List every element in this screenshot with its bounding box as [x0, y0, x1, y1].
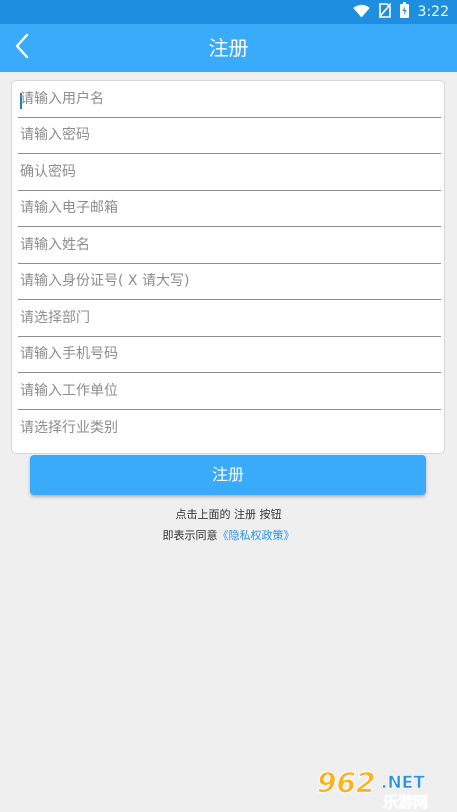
watermark-graphic: 962 .NET 乐游网: [317, 766, 429, 811]
name-field-row: [18, 227, 441, 264]
status-bar: 3:22: [0, 0, 457, 24]
privacy-policy-link[interactable]: 《隐私权政策》: [218, 529, 295, 542]
confirm-password-field-row: [18, 154, 441, 191]
register-button[interactable]: 注册: [30, 455, 426, 495]
svg-text:乐游网: 乐游网: [383, 793, 428, 810]
register-hint: 点击上面的 注册 按钮: [175, 508, 282, 521]
app-bar: 注册: [0, 24, 457, 72]
email-field-row: [18, 190, 441, 227]
industry-select[interactable]: [20, 409, 430, 446]
employer-field-row: [18, 373, 441, 410]
phone-field-row: [18, 336, 441, 373]
watermark-logo: 962 .NET 乐游网: [315, 762, 457, 812]
page-title: 注册: [208, 36, 249, 60]
confirm-password-input[interactable]: [20, 154, 430, 190]
back-chevron-icon: [15, 33, 29, 63]
department-select[interactable]: [20, 300, 430, 336]
password-input[interactable]: [20, 117, 430, 153]
username-input[interactable]: [20, 81, 430, 117]
department-field-row: [18, 300, 441, 337]
id-number-field-row: [18, 263, 441, 300]
svg-text:.NET: .NET: [381, 773, 425, 793]
agreement-hint: 即表示同意《隐私权政策》: [0, 527, 457, 543]
agreement-prefix: 即表示同意: [162, 529, 218, 542]
status-icons: 3:22: [352, 0, 449, 24]
phone-input[interactable]: [20, 336, 430, 372]
id-number-input[interactable]: [20, 263, 430, 299]
email-input[interactable]: [20, 190, 430, 226]
wifi-icon: [352, 3, 370, 22]
no-sim-icon: [377, 2, 392, 22]
svg-text:962: 962: [317, 766, 375, 799]
username-field-row: [18, 81, 441, 118]
back-button[interactable]: [0, 24, 44, 72]
industry-field-row: [18, 409, 441, 446]
battery-icon: [399, 2, 409, 22]
employer-input[interactable]: [20, 373, 430, 409]
name-input[interactable]: [20, 227, 430, 263]
registration-form: [11, 80, 445, 454]
status-time: 3:22: [417, 4, 449, 20]
password-field-row: [18, 117, 441, 154]
